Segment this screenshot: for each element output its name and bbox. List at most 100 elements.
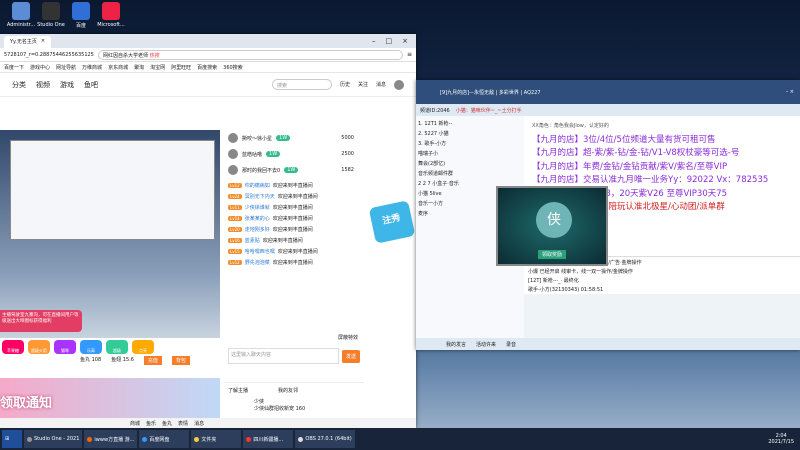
taskbar-item[interactable]: Studio One - 2021 [24,430,83,448]
chat-message: Lv16 蓝素贴 欢迎来到丰直播间 [228,238,303,244]
desktop-icon[interactable]: 百度 [64,2,98,29]
send-button[interactable]: 发送 [341,349,360,363]
start-button[interactable]: ⊞ [2,430,22,448]
chat-message: Lv15 哈哈嘿西也嘿 欢迎来到丰直播间 [228,249,318,255]
search-input[interactable]: 网红因自杀大学老师 热搜 [98,49,403,60]
bookmark[interactable]: 聚淘 [134,64,144,71]
bag-button[interactable]: 背包 [171,356,190,365]
close-icon[interactable]: × [41,38,45,46]
gift-item[interactable]: 乐高 [80,340,102,354]
nav-game[interactable]: 游戏 [60,80,74,90]
game-ad[interactable]: 注秀 [368,200,416,244]
rank-row[interactable]: 那时的我回不去0 1W 1582 [224,162,364,178]
fans-count: 160 [295,406,306,412]
nav-category[interactable]: 分类 [12,80,26,90]
yy-footer: 我的发言 活动许来 录音 [416,338,800,350]
browser-tabbar: Yy.无名主页 × – □ × [0,34,416,48]
nav-yuba[interactable]: 鱼吧 [84,80,98,90]
tree-node[interactable]: 1. 12T1 新枪-- [418,118,522,128]
browser-tab[interactable]: Yy.无名主页 × [4,36,52,48]
tree-node[interactable]: 音乐频道邮件群 [418,168,522,178]
browser-window: Yy.无名主页 × – □ × 5728107_r=0.288754462556351… [0,34,416,428]
close-icon[interactable]: × [402,37,408,45]
desktop-icon[interactable]: Studio One [34,2,68,28]
desktop-icon[interactable]: Administr... [4,2,38,28]
tree-node[interactable]: 舞会(2部亿) [418,158,522,168]
rank-row[interactable]: 撕咬～徐小星 1W 5000 [224,130,364,146]
close-icon[interactable]: × [790,89,794,95]
tab-friends[interactable]: 我的友邻 [278,387,298,394]
gift-item[interactable]: 超级 [106,340,128,354]
streamer-sub: 少侠仙群招收新宠 [254,406,295,412]
taskbar-item[interactable]: 文件夹 [191,430,242,448]
footer-item[interactable]: 表情 [178,420,188,427]
avatar [228,149,238,159]
window-controls: – × [786,89,800,95]
tab-about[interactable]: 了解主播 [228,387,248,394]
chat-message: Lv20 走地刚多好 欢迎来到丰直播间 [228,227,313,233]
menu-icon[interactable]: ≡ [407,51,412,58]
follow-link[interactable]: 关注 [358,81,368,88]
announcement: 主播驾驶室九寨沟，可在直播间用户等级送出大咩图标获得福利 [0,310,82,332]
tree-node[interactable]: 2. 5227 小猫 [418,128,522,138]
site-nav: 分类 视频 游戏 鱼吧 搜索 历史 关注 消息 [0,73,416,97]
user-line: 小猫：猫咪伙伴~_~土分打手 [455,107,522,114]
tree-node[interactable]: 3. 歌手-小方 [418,138,522,148]
chat-message: Lv14 张某某的心 欢迎来到丰直播间 [228,216,313,222]
taskbar-item[interactable]: OBS 27.0.1 (64bit) [295,430,355,448]
gift-item[interactable]: 点亮 [132,340,154,354]
minimize-icon[interactable]: – [372,37,376,45]
gift-item[interactable]: 猫咪 [54,340,76,354]
nav-video[interactable]: 视频 [36,80,50,90]
charge-button[interactable]: 充值 [143,356,162,365]
reward-popup[interactable]: 侠 领取奖励 [496,186,608,266]
reward-button[interactable]: 领取奖励 [538,250,567,259]
taskbar-item[interactable]: 百度网盘 [139,430,190,448]
effects-toggle[interactable]: 屏蔽特效 [338,334,358,341]
bookmark[interactable]: 游戏中心 [30,64,50,71]
bookmark[interactable]: 360搜索 [223,64,243,71]
minimize-icon[interactable]: – [786,89,789,95]
footer-item[interactable]: 消息 [194,420,204,427]
yy-subbar: 频道ID:2046 小猫：猫咪伙伴~_~土分打手 [416,104,800,116]
message-link[interactable]: 消息 [376,81,386,88]
gold-label: 鱼翅 15.6 [111,357,134,363]
site-search-input[interactable]: 搜索 [271,79,332,90]
activity-button[interactable]: 活动许来 [476,341,496,348]
emblem-icon: 侠 [536,202,572,238]
bookmark[interactable]: 京东商城 [108,64,128,71]
footer-item[interactable]: 鱼丸 [162,420,172,427]
bookmark[interactable]: 百度一下 [4,64,24,71]
bookmark[interactable]: 网址导航 [56,64,76,71]
clock[interactable]: 2:04 2021/7/15 [768,433,800,445]
bookmarks-bar: 百度一下 游戏中心 网址导航 万维商城 京东商城 聚淘 淘宝网 阿里旺旺 百度搜… [0,62,416,73]
rank-row[interactable]: 蓝皓咕噜 1W 2500 [224,146,364,162]
chat-input[interactable]: 这里输入聊天内容 [228,348,339,364]
history-link[interactable]: 历史 [340,81,350,88]
tree-node[interactable]: 喵瑞子小 [418,148,522,158]
gift-item[interactable]: 苹果糖 [2,340,24,354]
url-text[interactable]: 5728107_r=0.28875446255635125 [4,52,94,58]
taskbar-item[interactable]: iwww方直播 游... [84,430,138,448]
desktop-icon[interactable]: Microsoft... [94,2,128,28]
taskbar-item[interactable]: 四川新疆播... [243,430,294,448]
video-player[interactable]: 主播驾驶室九寨沟，可在直播间用户等级送出大咩图标获得福利 [0,130,220,338]
bookmark[interactable]: 淘宝网 [150,64,165,71]
rank-list: 撕咬～徐小星 1W 5000 蓝皓咕噜 1W 2500 那时的我回不去0 1W 1582 [224,130,364,178]
bookmark[interactable]: 百度搜索 [197,64,217,71]
chat-message: Lv11 少侠徐谁就 欢迎来到丰直播间 [228,205,313,211]
gift-item[interactable]: 超级火箭 [28,340,50,354]
speak-button[interactable]: 我的发言 [446,341,466,348]
bookmark[interactable]: 万维商城 [82,64,102,71]
maximize-icon[interactable]: □ [386,37,393,45]
footer-item[interactable]: 鱼乐 [146,420,156,427]
avatar[interactable] [394,79,404,90]
chat-message: Lv24 冥别无下内天 欢迎来到丰直播间 [228,194,318,200]
topic-line: 【九月的店】超-紫/紫-钻/金-钻/V1-V8权杖豪等可选-号 [532,148,740,158]
footer-item[interactable]: 商城 [130,420,140,427]
stream-content [10,140,215,240]
bookmark[interactable]: 阿里旺旺 [171,64,191,71]
chat-message: Lv12 野先泡泡菜 欢迎来到丰直播间 [228,260,313,266]
record-button[interactable]: 录音 [506,341,516,348]
message: 歌手-小方(32130343) 01:58:51 [528,287,604,293]
